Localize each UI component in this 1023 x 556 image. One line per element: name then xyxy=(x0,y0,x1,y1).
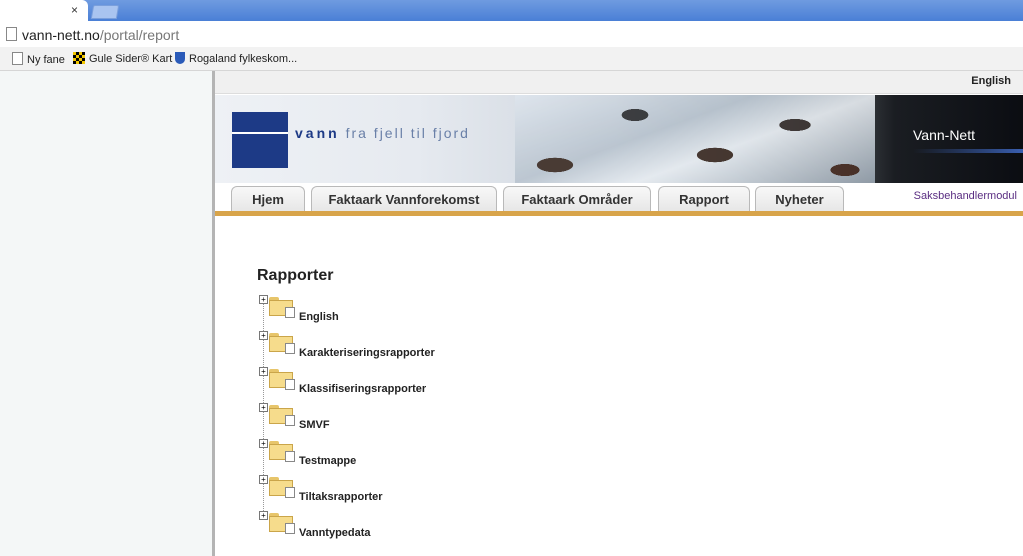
nav-tab-hjem[interactable]: Hjem xyxy=(231,186,305,212)
tree-node-label[interactable]: Klassifiseringsrapporter xyxy=(299,383,426,395)
report-folder-icon xyxy=(269,477,295,498)
new-tab-button[interactable] xyxy=(90,5,120,19)
bookmark-label: Gule Sider® Kart xyxy=(89,53,173,65)
tree-node-tiltaksrapporter[interactable]: + Tiltaksrapporter xyxy=(255,473,475,503)
tree-node-label[interactable]: SMVF xyxy=(299,419,330,431)
report-folder-icon xyxy=(269,369,295,390)
expand-icon[interactable]: + xyxy=(259,403,268,412)
page-icon xyxy=(6,27,17,41)
bookmark-label: Rogaland fylkeskom... xyxy=(189,53,298,65)
nav-underline xyxy=(215,211,1023,216)
expand-icon[interactable]: + xyxy=(259,475,268,484)
left-blank-pane xyxy=(0,71,212,556)
main-nav: Hjem Faktaark Vannforekomst Faktaark Omr… xyxy=(215,183,1023,212)
report-folder-icon xyxy=(269,513,295,534)
browser-tab[interactable]: × xyxy=(0,0,88,21)
nav-tab-faktaark-omrader[interactable]: Faktaark Områder xyxy=(503,186,651,212)
tree-node-vanntypedata[interactable]: + Vanntypedata xyxy=(255,509,475,539)
site-tagline: vann fra fjell til fjord xyxy=(295,125,470,141)
tagline-rest: fra fjell til fjord xyxy=(345,125,470,141)
tree-node-karakteriseringsrapporter[interactable]: + Karakteriseringsrapporter xyxy=(255,329,475,359)
nav-tab-rapport[interactable]: Rapport xyxy=(658,186,750,212)
expand-icon[interactable]: + xyxy=(259,331,268,340)
expand-icon[interactable]: + xyxy=(259,511,268,520)
waterfall-image xyxy=(515,95,875,183)
language-bar: English xyxy=(215,71,1023,94)
brand-accent-line xyxy=(913,149,1023,153)
url-path: /portal/report xyxy=(99,27,180,43)
bookmarks-bar: Ny fane Gule Sider® Kart Rogaland fylkes… xyxy=(0,47,1023,106)
tagline-bold: vann xyxy=(295,125,340,141)
bookmark-gule-sider[interactable]: Gule Sider® Kart xyxy=(73,52,172,66)
expand-icon[interactable]: + xyxy=(259,439,268,448)
report-folder-icon xyxy=(269,441,295,462)
bookmark-ny-fane[interactable]: Ny fane xyxy=(12,52,65,66)
gule-sider-icon xyxy=(73,52,85,64)
page-content: English vann fra fjell til fjord Vann-Ne… xyxy=(215,71,1023,556)
language-link[interactable]: English xyxy=(971,75,1011,87)
expand-icon[interactable]: + xyxy=(259,295,268,304)
tree-node-label[interactable]: Testmappe xyxy=(299,455,356,467)
tree-node-label[interactable]: Karakteriseringsrapporter xyxy=(299,347,435,359)
url-text[interactable]: vann-nett.no/portal/report xyxy=(22,27,179,43)
tree-node-smvf[interactable]: + SMVF xyxy=(255,401,475,431)
tree-node-label[interactable]: Tiltaksrapporter xyxy=(299,491,383,503)
saksbehandlermodul-link[interactable]: Saksbehandlermodul xyxy=(914,190,1017,202)
nav-tab-nyheter[interactable]: Nyheter xyxy=(755,186,844,212)
browser-tabstrip: × xyxy=(0,0,1023,21)
nav-tab-faktaark-vannforekomst[interactable]: Faktaark Vannforekomst xyxy=(311,186,497,212)
address-bar[interactable]: vann-nett.no/portal/report xyxy=(0,21,1023,48)
tree-node-testmappe[interactable]: + Testmappe xyxy=(255,437,475,467)
page-title: Rapporter xyxy=(257,267,334,284)
url-host: vann-nett.no xyxy=(22,27,100,43)
tree-node-klassifiseringsrapporter[interactable]: + Klassifiseringsrapporter xyxy=(255,365,475,395)
site-logo[interactable] xyxy=(232,112,288,168)
report-folder-icon xyxy=(269,405,295,426)
tab-close-icon[interactable]: × xyxy=(71,3,78,17)
tree-node-label[interactable]: Vanntypedata xyxy=(299,527,371,539)
expand-icon[interactable]: + xyxy=(259,367,268,376)
tree-node-english[interactable]: + English xyxy=(255,293,475,323)
shield-icon xyxy=(175,52,185,64)
logo-wave xyxy=(232,132,288,134)
report-folder-icon xyxy=(269,297,295,318)
bookmark-rogaland[interactable]: Rogaland fylkeskom... xyxy=(175,52,297,66)
report-folder-icon xyxy=(269,333,295,354)
bookmark-label: Ny fane xyxy=(27,54,65,66)
site-banner: vann fra fjell til fjord Vann-Nett xyxy=(215,95,1023,183)
tree-node-label[interactable]: English xyxy=(299,311,339,323)
page-icon xyxy=(12,52,23,65)
brand-name: Vann-Nett xyxy=(913,127,975,143)
